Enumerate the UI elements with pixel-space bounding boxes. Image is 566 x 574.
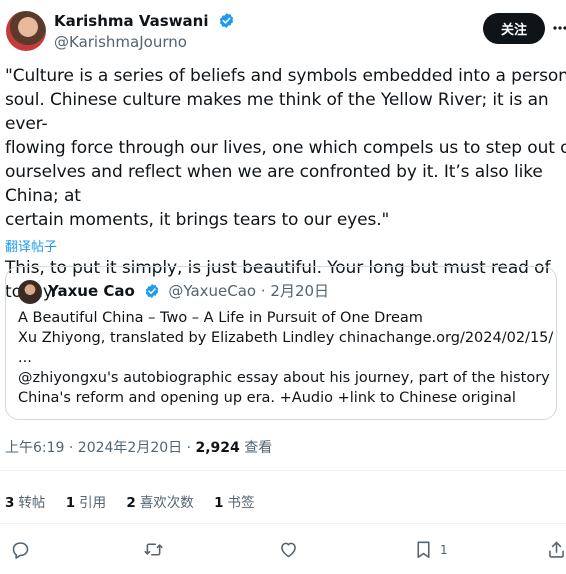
- follow-button[interactable]: 关注: [483, 13, 545, 44]
- likes-stat[interactable]: 2 喜欢次数: [126, 495, 193, 511]
- bookmark-count: 1: [440, 542, 448, 557]
- bookmarks-stat[interactable]: 1 书签: [214, 495, 254, 511]
- heart-icon: [281, 542, 296, 558]
- verified-badge-icon: [219, 13, 233, 28]
- quoted-tweet-text: A Beautiful China – Two – A Life in Purs…: [18, 308, 554, 408]
- bookmark-icon: [417, 541, 430, 558]
- reply-icon: [12, 542, 29, 559]
- reposts-stat[interactable]: 3 转帖: [5, 495, 45, 511]
- divider: [0, 523, 566, 524]
- translate-post-link[interactable]: 翻译帖子: [5, 236, 57, 255]
- author-name[interactable]: Karishma Vaswani: [54, 12, 235, 30]
- quoted-line: @zhiyongxu's autobiographic essay about …: [18, 370, 554, 386]
- views-count: 2,924: [195, 440, 240, 456]
- reply-button[interactable]: [10, 539, 31, 560]
- quoted-tweet-header: Yaxue Cao @YaxueCao · 2月20日: [48, 280, 329, 301]
- timestamp-text[interactable]: 上午6:19 · 2024年2月20日 ·: [5, 440, 196, 456]
- author-handle[interactable]: @KarishmaJourno: [54, 33, 187, 51]
- repost-icon: [144, 543, 163, 556]
- quoted-tweet-card[interactable]: Yaxue Cao @YaxueCao · 2月20日 A Beautiful …: [5, 266, 557, 420]
- quoted-author-handle-date: @YaxueCao · 2月20日: [168, 282, 330, 300]
- share-icon: [549, 541, 564, 558]
- engagement-stats: 3 转帖 1 引用 2 喜欢次数 1 书签: [5, 491, 271, 511]
- quoted-line: A Beautiful China – Two – A Life in Purs…: [18, 310, 423, 326]
- quoted-author-name: Yaxue Cao: [48, 282, 135, 300]
- author-avatar[interactable]: [6, 11, 46, 51]
- quoted-line: ...: [18, 350, 32, 366]
- views-label: 查看: [239, 440, 273, 456]
- more-options-icon[interactable]: [553, 19, 566, 37]
- divider: [0, 470, 566, 471]
- verified-badge-icon: [145, 284, 158, 298]
- share-button[interactable]: [546, 539, 566, 560]
- quoted-line: China's reform and opening up era. +Audi…: [18, 390, 516, 406]
- quoted-line: Xu Zhiyong, translated by Elizabeth Lind…: [18, 330, 554, 346]
- bookmark-button[interactable]: 1: [413, 539, 448, 560]
- tweet-timestamp: 上午6:19 · 2024年2月20日 · 2,924 查看: [5, 437, 272, 457]
- quotes-stat[interactable]: 1 引用: [66, 495, 106, 511]
- repost-button[interactable]: [143, 539, 164, 560]
- quoted-author-avatar: [18, 280, 42, 304]
- like-button[interactable]: [278, 539, 299, 560]
